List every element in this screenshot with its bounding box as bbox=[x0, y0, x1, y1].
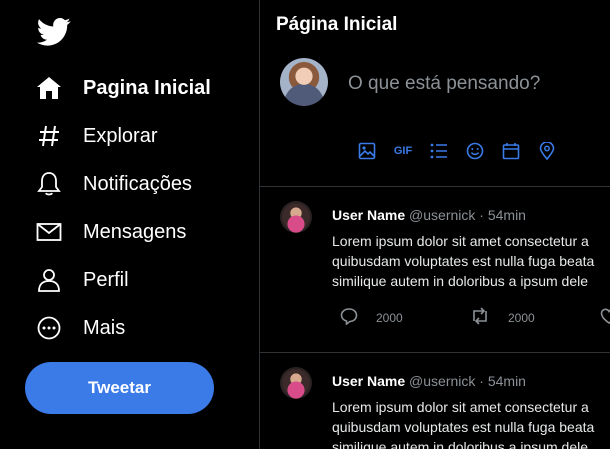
avatar[interactable] bbox=[280, 58, 328, 106]
main-feed: Página Inicial GIF User Name @usernick ·… bbox=[260, 0, 610, 449]
tweet-header: User Name @usernick · 54min bbox=[332, 207, 526, 223]
emoji-icon[interactable] bbox=[464, 140, 486, 162]
tweet[interactable]: User Name @usernick · 54min Lorem ipsum … bbox=[260, 187, 610, 352]
tweet-header: User Name @usernick · 54min bbox=[332, 373, 526, 389]
sidebar-item-label: Mais bbox=[83, 316, 126, 339]
sidebar-item-label: Notificações bbox=[83, 172, 192, 195]
sidebar-item-label: Mensagens bbox=[83, 220, 187, 243]
heart-icon bbox=[600, 307, 610, 330]
sidebar-item-messages[interactable]: Mensagens bbox=[36, 214, 186, 250]
more-circle-icon bbox=[36, 315, 62, 341]
sidebar-item-label: Pagina Inicial bbox=[83, 76, 211, 99]
home-icon bbox=[36, 75, 62, 101]
page-title: Página Inicial bbox=[276, 14, 398, 35]
tweet-line: Lorem ipsum dolor sit amet consectetur a bbox=[332, 399, 589, 415]
mail-icon bbox=[36, 219, 62, 245]
reply-count: 2000 bbox=[376, 311, 403, 325]
sidebar-item-notifications[interactable]: Notificações bbox=[36, 166, 192, 202]
sidebar: Pagina Inicial Explorar Notificações Men… bbox=[0, 0, 259, 449]
calendar-icon[interactable] bbox=[500, 140, 522, 162]
user-icon bbox=[36, 267, 62, 293]
user-handle: @usernick · 54min bbox=[409, 373, 526, 389]
sidebar-item-label: Perfil bbox=[83, 268, 129, 291]
sidebar-item-more[interactable]: Mais bbox=[36, 310, 125, 346]
avatar[interactable] bbox=[280, 201, 312, 233]
tweet-line: Lorem ipsum dolor sit amet consectetur a bbox=[332, 233, 589, 249]
gif-label: GIF bbox=[393, 145, 413, 157]
compose-input[interactable] bbox=[348, 70, 598, 98]
user-name[interactable]: User Name bbox=[332, 373, 405, 389]
location-icon[interactable] bbox=[536, 140, 558, 162]
image-icon[interactable] bbox=[356, 140, 378, 162]
retweet-icon bbox=[470, 306, 490, 330]
twitter-bird-icon[interactable] bbox=[36, 17, 71, 47]
bell-icon bbox=[36, 171, 62, 197]
sidebar-item-profile[interactable]: Perfil bbox=[36, 262, 129, 298]
retweet-count: 2000 bbox=[508, 311, 535, 325]
hashtag-icon bbox=[36, 123, 62, 149]
avatar[interactable] bbox=[280, 367, 312, 399]
retweet-button[interactable]: 2000 bbox=[470, 306, 535, 330]
compose-toolbar: GIF bbox=[356, 140, 572, 162]
user-name[interactable]: User Name bbox=[332, 207, 405, 223]
tweet[interactable]: User Name @usernick · 54min Lorem ipsum … bbox=[260, 353, 610, 449]
reply-button[interactable]: 2000 bbox=[340, 307, 403, 330]
tweet-button[interactable]: Tweetar bbox=[25, 362, 214, 414]
sidebar-item-explore[interactable]: Explorar bbox=[36, 118, 157, 154]
tweet-line: quibusdam voluptates est nulla fuga beat… bbox=[332, 253, 595, 269]
tweet-text: Lorem ipsum dolor sit amet consectetur a… bbox=[332, 231, 610, 291]
sidebar-item-home[interactable]: Pagina Inicial bbox=[36, 70, 211, 106]
list-icon[interactable] bbox=[428, 140, 450, 162]
user-handle: @usernick · 54min bbox=[409, 207, 526, 223]
sidebar-item-label: Explorar bbox=[83, 124, 158, 147]
reply-icon bbox=[340, 307, 358, 330]
like-button[interactable] bbox=[600, 307, 610, 330]
tweet-line: similique autem in doloribus a ipsum del… bbox=[332, 273, 589, 289]
tweet-line: quibusdam voluptates est nulla fuga beat… bbox=[332, 419, 595, 435]
gif-icon[interactable]: GIF bbox=[392, 140, 414, 162]
tweet-text: Lorem ipsum dolor sit amet consectetur a… bbox=[332, 397, 610, 449]
tweet-line: similique autem in doloribus a ipsum del… bbox=[332, 439, 589, 449]
